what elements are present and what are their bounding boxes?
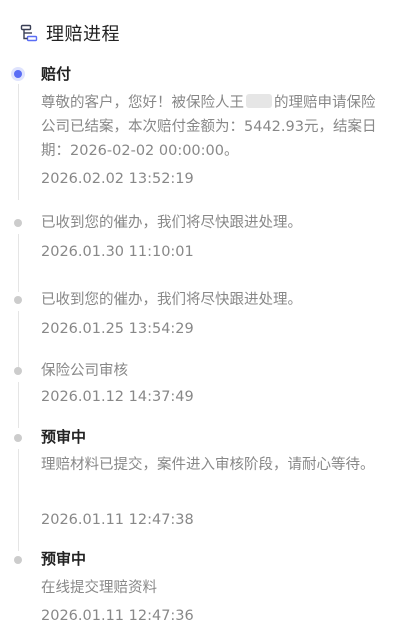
timeline-dot [14,219,22,227]
masked-name [246,94,272,108]
process-icon [20,24,38,42]
timeline-item-title: 赔付 [41,65,72,83]
timeline-dot [14,367,22,375]
timeline-item-content: 在线提交理赔资料 [41,580,157,596]
timeline-item-time: 2026.01.11 12:47:36 [41,608,194,624]
timeline-item-content: 保险公司审核 [41,363,128,379]
timeline-item-content: 已收到您的催办，我们将尽快跟进处理。 [41,215,302,231]
timeline-connector [17,84,19,200]
timeline-connector [17,449,19,551]
timeline-item-title: 预审中 [41,428,87,446]
timeline-connector [17,311,19,369]
timeline-item-content: 理赔材料已提交，案件进入审核阶段，请耐心等待。 [41,457,375,473]
page-header: 理赔进程 [20,20,120,46]
page-title: 理赔进程 [46,24,120,45]
timeline-dot [14,296,22,304]
timeline-item-time: 2026.01.30 11:10:01 [41,244,194,260]
timeline-item-time: 2026.01.25 13:54:29 [41,321,194,337]
timeline-dot [14,434,22,442]
timeline-item-time: 2026.01.11 12:47:38 [41,512,194,528]
timeline-dot-active [14,70,22,78]
timeline-item-time: 2026.01.12 14:37:49 [41,389,194,405]
timeline-item-time: 2026.02.02 13:52:19 [41,171,194,187]
timeline-dot [14,556,22,564]
timeline-connector [17,382,19,428]
timeline-connector [17,234,19,292]
timeline-item-content: 已收到您的催办，我们将尽快跟进处理。 [41,292,302,308]
timeline-item-title: 预审中 [41,550,87,568]
timeline-item-content: 尊敬的客户，您好！被保险人王 的理赔申请保险公司已结案，本次赔付金额为：5442.… [41,94,377,159]
